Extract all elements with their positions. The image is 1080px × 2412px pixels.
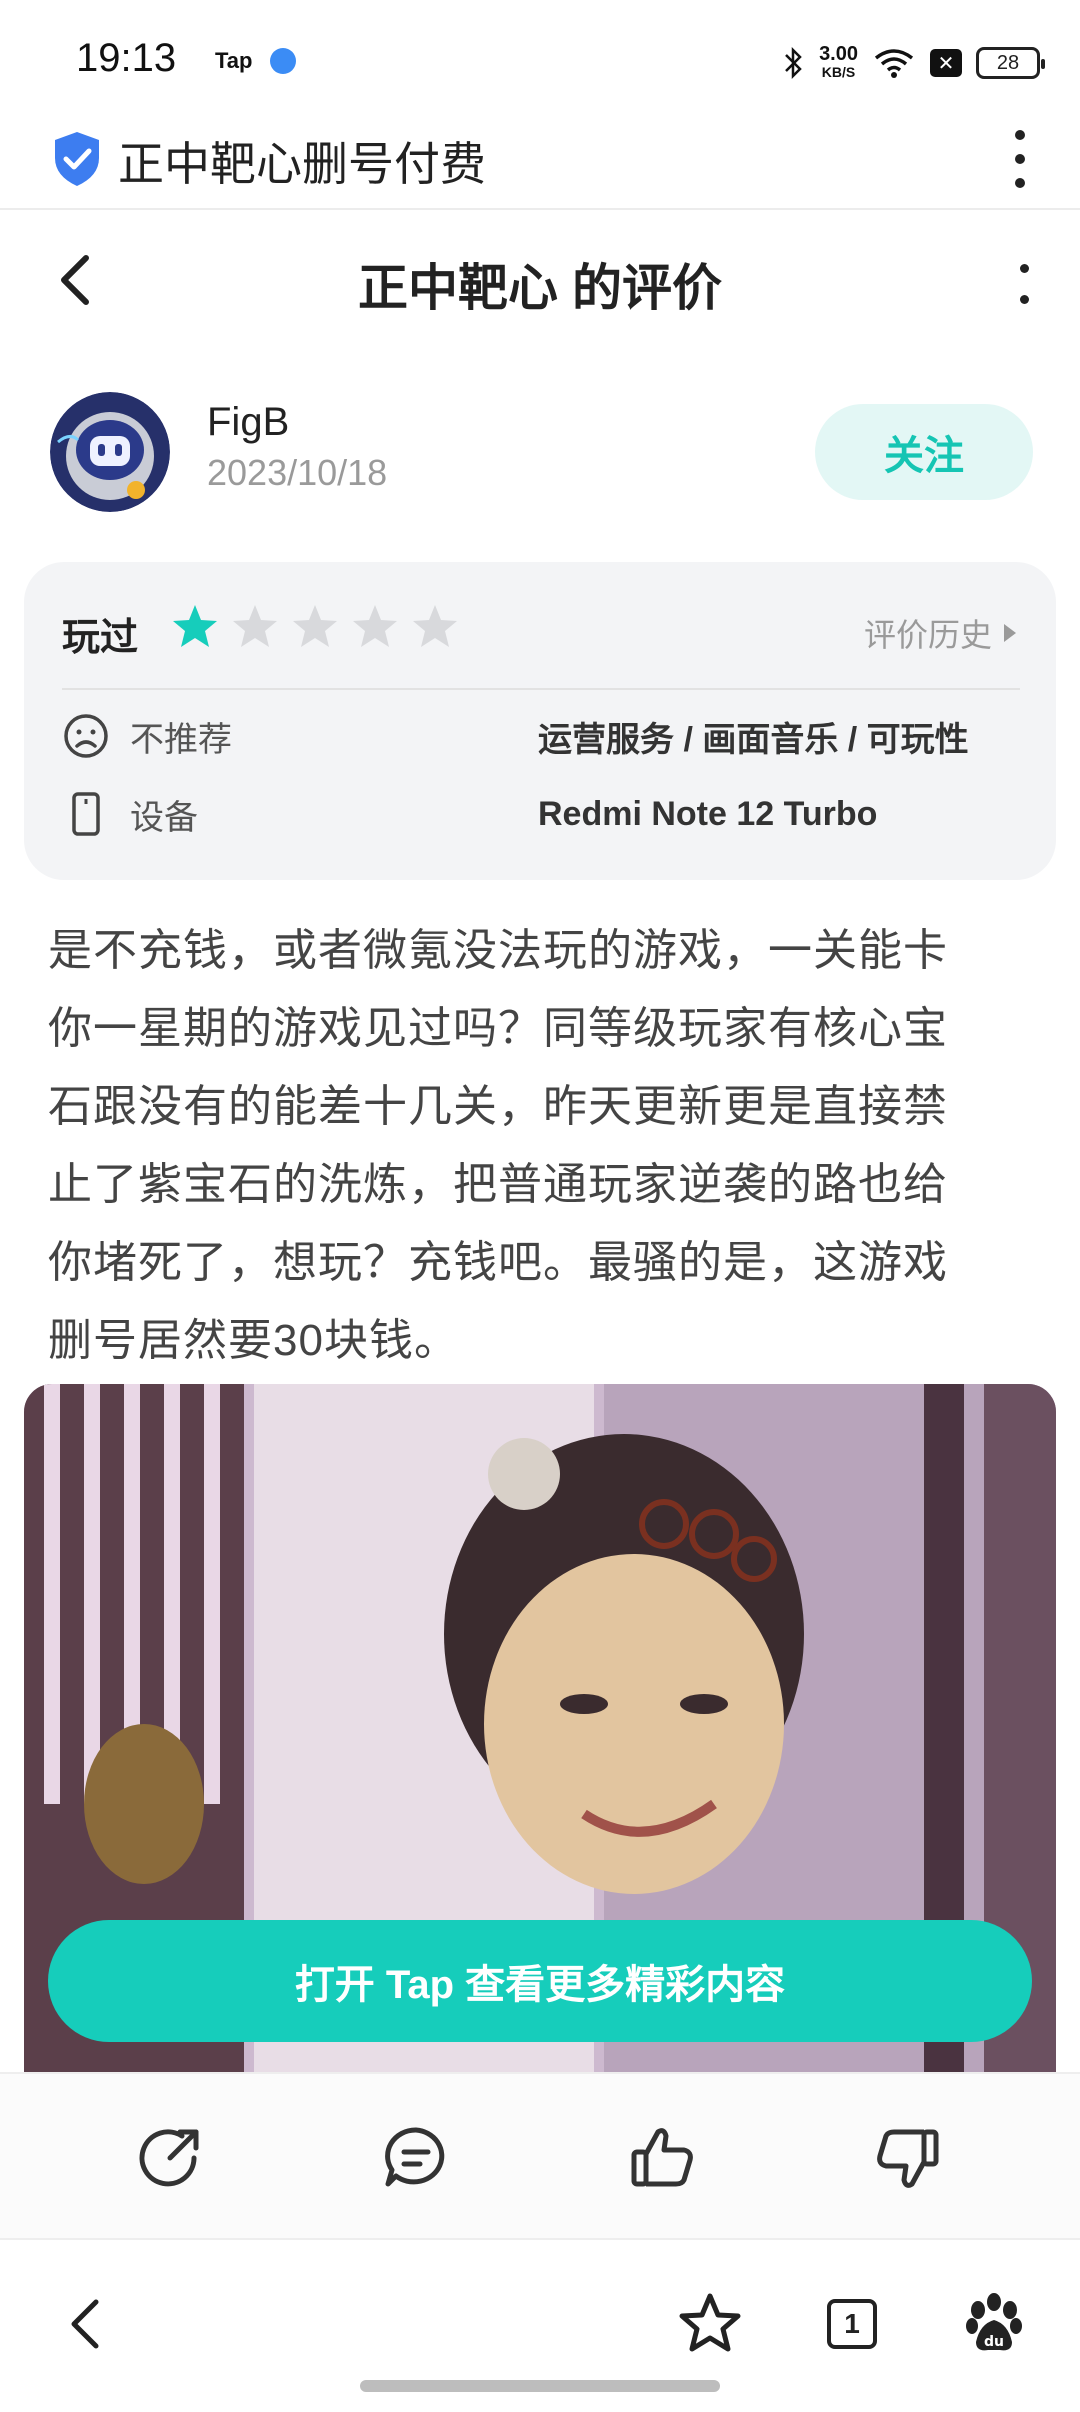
wifi-icon (874, 49, 914, 78)
tap-notification-icon: Tap (215, 48, 253, 73)
avatar[interactable] (50, 392, 170, 512)
review-date: 2023/10/18 (207, 452, 388, 493)
caret-right-icon (1004, 624, 1016, 642)
star-empty-icon (293, 605, 337, 647)
star-empty-icon (413, 605, 457, 647)
comment-icon[interactable] (380, 2122, 452, 2194)
shield-check-icon (55, 132, 99, 186)
username[interactable]: FigB (207, 400, 289, 445)
app-notification-icon (270, 48, 296, 74)
device-label: 设备 (130, 798, 198, 837)
browser-page-title[interactable]: 正中靶心删号付费 (118, 128, 486, 194)
more-options-button[interactable] (1012, 264, 1036, 304)
page-title: 正中靶心 的评价 (358, 260, 722, 316)
svg-text:du: du (984, 2334, 1004, 2350)
battery-icon: 28 (976, 47, 1045, 79)
page-header: 正中靶心 的评价 (0, 220, 1080, 340)
bookmark-star-icon[interactable] (676, 2290, 744, 2358)
played-label: 玩过 (62, 617, 139, 659)
share-icon[interactable] (134, 2122, 206, 2194)
recommend-tags: 运营服务 / 画面音乐 / 可玩性 (538, 720, 969, 759)
status-time: 19:13 (76, 36, 177, 80)
home-indicator[interactable] (360, 2380, 720, 2392)
star-empty-icon (353, 605, 397, 647)
more-dot-icon (1019, 295, 1029, 304)
network-speed: 3.00 KB/S (819, 43, 858, 80)
screen: 19:13 Tap 3.00 KB/S ✕ 28 正中靶心删号付费 正中靶心 的… (0, 0, 1080, 2412)
star-filled-icon (173, 605, 217, 647)
recommend-row: 不推荐 运营服务 / 画面音乐 / 可玩性 (62, 706, 1018, 766)
device-row: 设备 Redmi Note 12 Turbo (62, 784, 1018, 844)
more-dot-icon (1015, 154, 1025, 164)
review-line: 是不充钱，或者微氪没法玩的游戏，一关能卡 (48, 926, 948, 975)
tab-count: 1 (827, 2299, 877, 2349)
open-in-app-button[interactable]: 打开 Tap 查看更多精彩内容 (48, 1920, 1032, 2042)
review-body: 是不充钱，或者微氪没法玩的游戏，一关能卡 你一星期的游戏见过吗？同等级玩家有核心… (48, 912, 1032, 1380)
review-action-bar (0, 2072, 1080, 2240)
thumbs-up-icon[interactable] (626, 2122, 698, 2194)
status-bar: 19:13 Tap 3.00 KB/S ✕ 28 (0, 0, 1080, 100)
more-dot-icon (1015, 178, 1025, 188)
review-line: 石跟没有的能差十几关，昨天更新更是直接禁 (48, 1082, 948, 1131)
sad-face-icon (64, 714, 108, 758)
baidu-paw-icon[interactable]: du (960, 2290, 1028, 2358)
recommend-label: 不推荐 (130, 720, 232, 759)
browser-back-icon[interactable] (52, 2290, 120, 2358)
browser-menu-button[interactable] (1000, 124, 1040, 194)
review-history-link[interactable]: 评价历史 (864, 610, 1016, 656)
tabs-button[interactable]: 1 (818, 2290, 886, 2358)
star-empty-icon (233, 605, 277, 647)
thumbs-down-icon[interactable] (872, 2122, 944, 2194)
device-value: Redmi Note 12 Turbo (538, 794, 878, 833)
review-line: 止了紫宝石的洗炼，把普通玩家逆袭的路也给 (48, 1160, 948, 1209)
phone-icon (72, 792, 100, 836)
review-line: 你一星期的游戏见过吗？同等级玩家有核心宝 (48, 1004, 948, 1053)
robot-avatar-image (50, 392, 170, 512)
follow-button[interactable]: 关注 (815, 404, 1033, 500)
bluetooth-icon (785, 46, 802, 80)
star-rating (170, 602, 460, 652)
close-box-icon: ✕ (930, 49, 962, 77)
review-history-label: 评价历史 (863, 617, 992, 653)
more-dot-icon (1015, 130, 1025, 140)
rating-card: 玩过 评价历史 不推荐 运营服务 / 画面音乐 / 可玩性 设备 Redmi N… (24, 562, 1056, 880)
review-line: 删号居然要30块钱。 (48, 1316, 459, 1365)
status-icons: 3.00 KB/S ✕ 28 (783, 38, 1045, 88)
more-dot-icon (1019, 264, 1029, 273)
review-line: 你堵死了，想玩？充钱吧。最骚的是，这游戏 (48, 1238, 948, 1287)
divider (62, 688, 1020, 690)
browser-address-bar: 正中靶心删号付费 (0, 110, 1080, 210)
